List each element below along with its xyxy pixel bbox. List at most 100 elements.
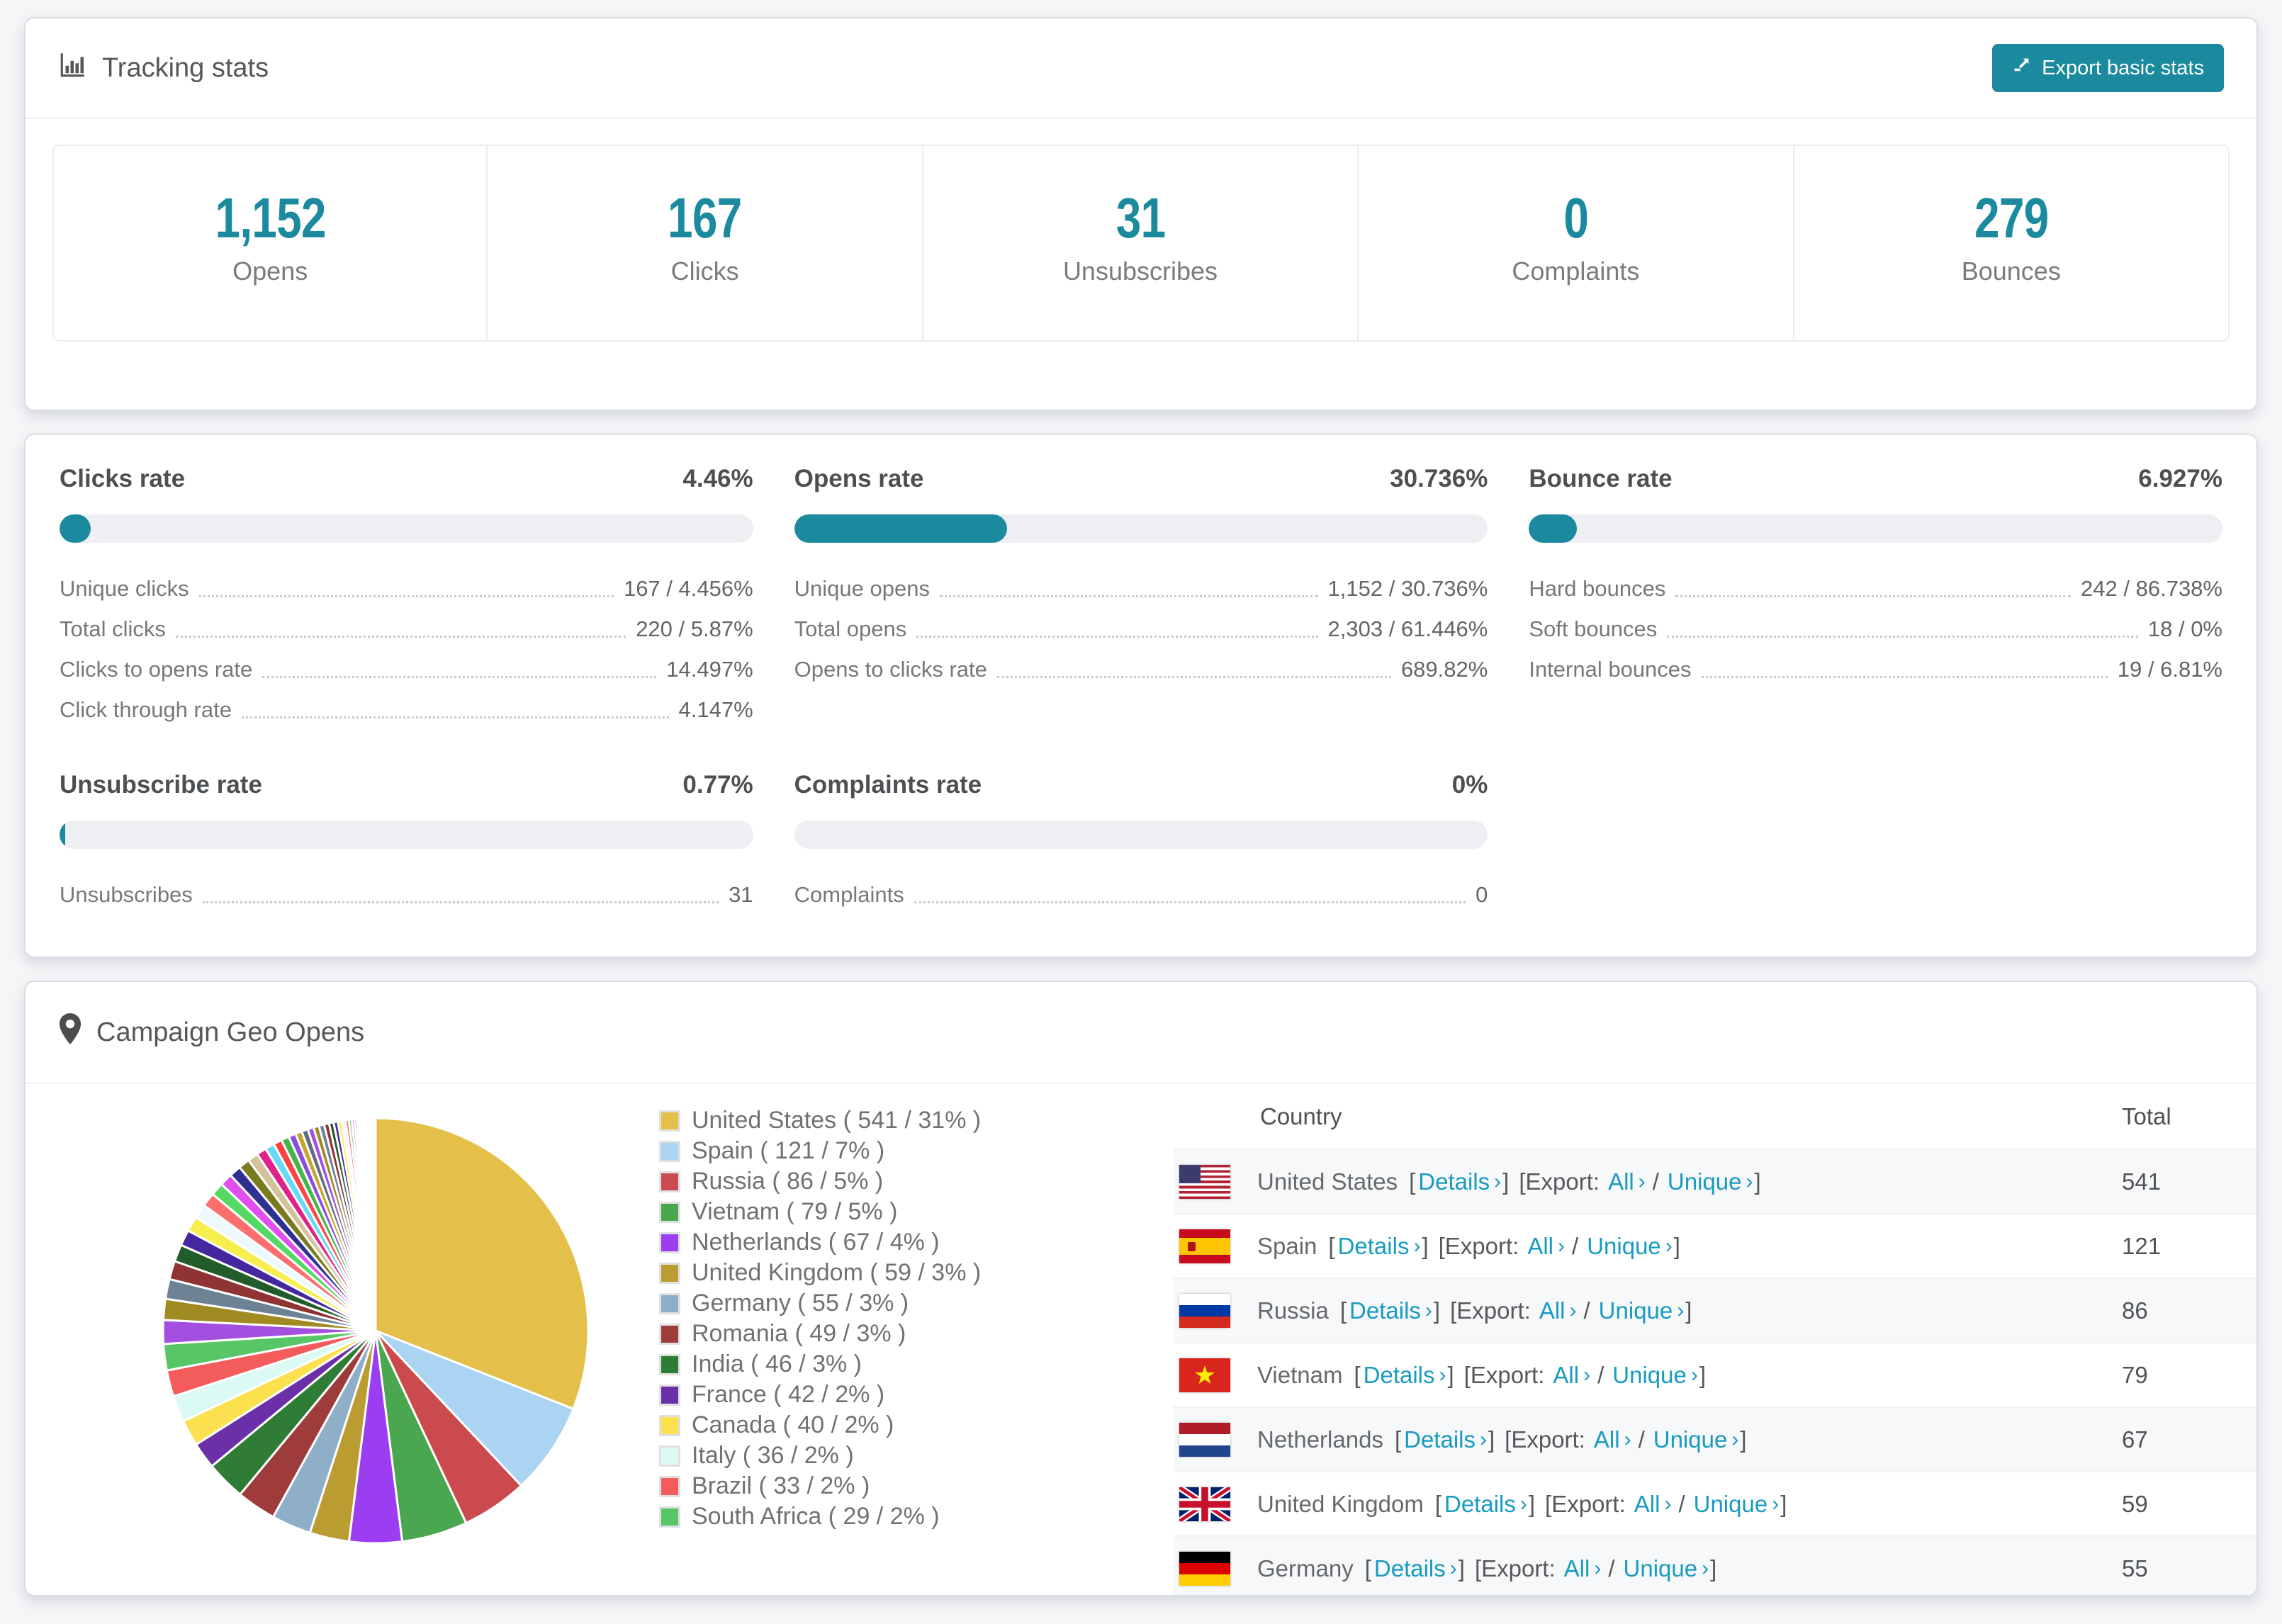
export-all-link[interactable]: All	[1634, 1491, 1660, 1518]
table-row: Spain [Details ›] [Export: All › / Unique ›] …	[1174, 1213, 2256, 1278]
table-row: Vietnam [Details›] [Export:All› /Unique›…	[1174, 1342, 2256, 1406]
unsubscribe-rate-progressbar	[60, 821, 753, 849]
details-link[interactable]: Details	[1338, 1233, 1410, 1260]
flag-gb-icon	[1179, 1487, 1230, 1521]
legend-swatch	[659, 1110, 680, 1132]
flag-de-icon	[1179, 1551, 1230, 1586]
complaints-count: 0	[1563, 186, 1589, 249]
legend-swatch	[659, 1292, 680, 1314]
clicks-label: Clicks	[670, 256, 739, 286]
bounce-rate-value: 6.927%	[2138, 465, 2222, 492]
total-column-header: Total	[2122, 1103, 2171, 1129]
table-row: Russia [Details ›] [Export: All › / Unique ›]…	[1174, 1278, 2256, 1342]
table-row: United Kingdom [Details ›] [Export: All › /…	[1174, 1471, 2256, 1535]
country-column-header: Country	[1260, 1103, 1342, 1129]
opens-count: 1,152	[215, 186, 326, 249]
stat-bounces: 279 Bounces	[1792, 145, 2230, 342]
opens-rate-title: Opens rate	[794, 465, 924, 492]
flag-es-icon	[1179, 1229, 1230, 1263]
legend-swatch	[659, 1201, 680, 1223]
country-name: Russia	[1257, 1297, 1329, 1324]
country-total: 55	[2122, 1555, 2148, 1581]
legend-swatch	[659, 1262, 680, 1284]
bounces-label: Bounces	[1961, 256, 2061, 286]
country-name: Vietnam	[1257, 1361, 1343, 1388]
details-link[interactable]: Details	[1364, 1362, 1435, 1389]
legend-item: Canada ( 40 / 2% )	[659, 1410, 1056, 1440]
complaints-rate-title: Complaints rate	[794, 771, 982, 799]
legend-item: France ( 42 / 2% )	[659, 1380, 1056, 1410]
unsubscribes-count: 31	[1115, 186, 1165, 249]
export-all-link[interactable]: All	[1527, 1233, 1553, 1260]
details-link[interactable]: Details	[1374, 1555, 1446, 1582]
geo-pie-legend: United States ( 541 / 31% ) Spain ( 121 …	[659, 1105, 1056, 1595]
geo-opens-card: Campaign Geo Opens United States ( 541 /…	[24, 981, 2258, 1596]
stat-complaints: 0 Complaints	[1357, 145, 1794, 342]
legend-item: Italy ( 36 / 2% )	[659, 1440, 1056, 1471]
rates-card: Clicks rate 4.46% Unique clicks 167 / 4.4…	[24, 434, 2258, 958]
export-all-link[interactable]: All	[1608, 1168, 1634, 1195]
country-total: 79	[2122, 1361, 2148, 1388]
bounce-rate-title: Bounce rate	[1529, 465, 1673, 492]
geo-opens-table: Country Total United States [Details ›] […	[1174, 1084, 2256, 1595]
complaints-rate-block: Complaints rate 0% Complaints 0	[794, 771, 1488, 907]
stats-row: 1,152 Opens 167 Clicks 31 Unsubscribes 0…	[52, 145, 2230, 342]
export-unique-link[interactable]: Unique	[1694, 1491, 1768, 1518]
legend-swatch	[659, 1475, 680, 1497]
geo-opens-title-row: Campaign Geo Opens	[58, 1013, 364, 1051]
legend-swatch	[659, 1140, 680, 1162]
legend-item: Netherlands ( 67 / 4% )	[659, 1227, 1056, 1258]
legend-item: Germany ( 55 / 3% )	[659, 1288, 1056, 1319]
clicks-rate-progressbar	[60, 514, 753, 543]
flag-us-icon	[1179, 1164, 1230, 1199]
legend-swatch	[659, 1171, 680, 1192]
country-name: Germany	[1257, 1555, 1354, 1581]
complaints-rate-progressbar	[794, 821, 1488, 849]
unsubscribes-label: Unsubscribes	[1062, 256, 1218, 286]
opens-rate-block: Opens rate 30.736% Unique opens 1,152 / 3…	[794, 465, 1488, 682]
export-unique-link[interactable]: Unique	[1668, 1168, 1742, 1195]
bounces-count: 279	[1974, 186, 2049, 249]
export-all-link[interactable]: All	[1564, 1555, 1590, 1582]
complaints-label: Complaints	[1512, 256, 1640, 286]
details-link[interactable]: Details	[1418, 1168, 1490, 1195]
unsubscribe-rate-block: Unsubscribe rate 0.77% Unsubscribes 31	[60, 771, 753, 907]
legend-item: Spain ( 121 / 7% )	[659, 1136, 1056, 1166]
export-unique-link[interactable]: Unique	[1587, 1233, 1661, 1260]
legend-item: Vietnam ( 79 / 5% )	[659, 1197, 1056, 1227]
map-pin-icon	[58, 1013, 82, 1051]
legend-item: India ( 46 / 3% )	[659, 1349, 1056, 1380]
bar-chart-icon	[58, 50, 88, 86]
geo-opens-title: Campaign Geo Opens	[96, 1017, 365, 1047]
geo-table-header: Country Total	[1174, 1084, 2256, 1149]
details-link[interactable]: Details	[1404, 1426, 1476, 1453]
details-link[interactable]: Details	[1444, 1491, 1516, 1518]
unsubscribe-rate-title: Unsubscribe rate	[60, 771, 262, 799]
export-unique-link[interactable]: Unique	[1624, 1555, 1698, 1582]
legend-item: United States ( 541 / 31% )	[659, 1105, 1056, 1136]
legend-item: South Africa ( 29 / 2% )	[659, 1501, 1056, 1532]
unsubscribe-rate-value: 0.77%	[682, 771, 753, 799]
export-basic-stats-button[interactable]: Export basic stats	[1992, 44, 2224, 92]
opens-label: Opens	[232, 256, 308, 286]
legend-swatch	[659, 1506, 680, 1528]
country-name: Spain	[1257, 1232, 1317, 1259]
export-unique-link[interactable]: Unique	[1612, 1362, 1687, 1389]
legend-swatch	[659, 1323, 680, 1345]
clicks-count: 167	[668, 186, 742, 249]
opens-rate-value: 30.736%	[1390, 465, 1488, 492]
export-all-link[interactable]: All	[1539, 1297, 1566, 1324]
country-total: 86	[2122, 1297, 2148, 1324]
country-total: 121	[2122, 1232, 2162, 1259]
table-row: Germany [Details ›] [Export: All › / Unique ›…	[1174, 1535, 2256, 1595]
export-unique-link[interactable]: Unique	[1653, 1426, 1728, 1453]
export-all-link[interactable]: All	[1553, 1362, 1579, 1389]
stat-opens: 1,152 Opens	[52, 145, 488, 342]
opens-rate-progressbar	[794, 514, 1488, 543]
flag-ru-icon	[1179, 1293, 1230, 1328]
details-link[interactable]: Details	[1349, 1297, 1421, 1324]
export-icon	[2012, 55, 2032, 81]
export-unique-link[interactable]: Unique	[1599, 1297, 1673, 1324]
export-all-link[interactable]: All	[1594, 1426, 1620, 1453]
country-total: 67	[2122, 1426, 2148, 1453]
